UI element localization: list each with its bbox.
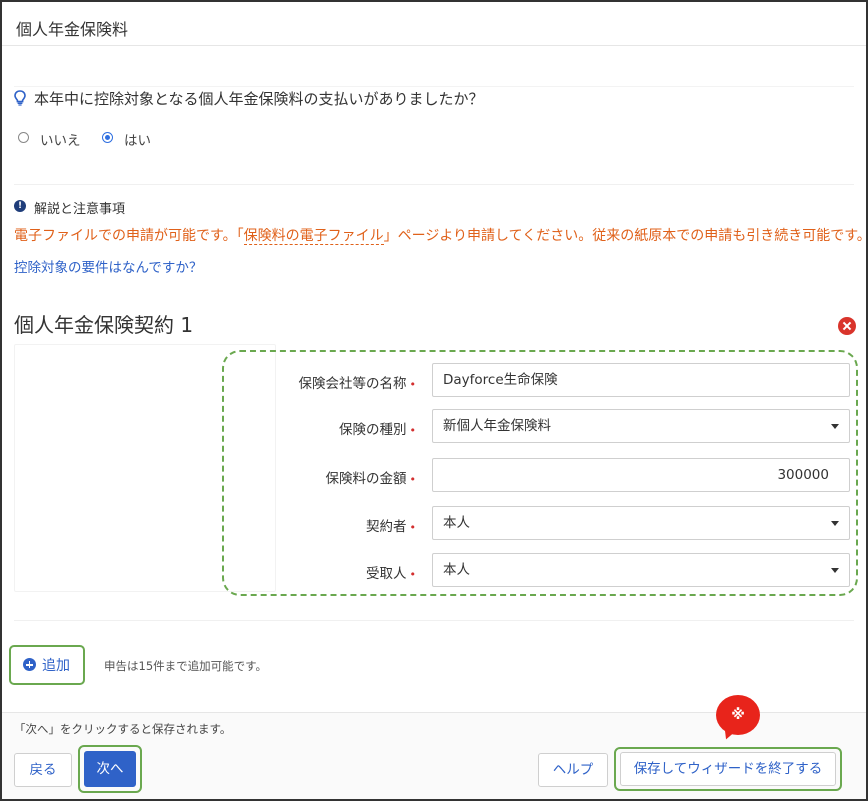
add-limit-note: 申告は15件まで追加可能です。 bbox=[104, 659, 267, 673]
field-insurer-name: 保険会社等の名称 • Dayforce生命保険 bbox=[232, 363, 852, 399]
next-button[interactable]: 次へ bbox=[84, 751, 136, 787]
annotation-marker: ※ bbox=[716, 695, 762, 742]
finish-button-highlight: 保存してウィザードを終了する bbox=[614, 747, 842, 791]
radio-yes-label[interactable]: はい bbox=[124, 129, 151, 149]
field-policyholder: 契約者 • 本人 bbox=[232, 506, 852, 542]
field-insurance-type: 保険の種別 • 新個人年金保険料 bbox=[232, 409, 852, 445]
add-contract-button[interactable]: 追加 bbox=[15, 651, 79, 679]
plus-circle-icon bbox=[23, 658, 36, 671]
electronic-file-link[interactable]: 保険料の電子ファイル bbox=[243, 228, 384, 245]
radio-yes[interactable] bbox=[102, 132, 113, 143]
question-text: 本年中に控除対象となる個人年金保険料の支払いがありましたか？ bbox=[34, 90, 484, 108]
insurance-type-select[interactable]: 新個人年金保険料 bbox=[432, 409, 850, 443]
notice-text-post: 」ページより申請してください。従来の紙原本での申請も引き続き可能です。 bbox=[383, 228, 868, 244]
requirements-link[interactable]: 控除対象の要件はなんですか？ bbox=[14, 256, 202, 276]
save-and-finish-button[interactable]: 保存してウィザードを終了する bbox=[620, 752, 836, 786]
page-header: 個人年金保険料 bbox=[2, 2, 866, 46]
notes-title: 解説と注意事項 bbox=[34, 202, 126, 217]
delete-contract-icon[interactable] bbox=[838, 317, 856, 335]
next-button-highlight: 次へ bbox=[78, 745, 142, 793]
lightbulb-icon bbox=[14, 90, 26, 106]
back-button[interactable]: 戻る bbox=[14, 753, 72, 787]
notice-text: 電子ファイルでの申請が可能です。「保険料の電子ファイル」ページより申請してくださ… bbox=[14, 225, 868, 245]
field-premium-amount: 保険料の金額 • 300000 bbox=[232, 458, 852, 494]
policyholder-select[interactable]: 本人 bbox=[432, 506, 850, 540]
required-mark: • bbox=[409, 473, 417, 486]
divider bbox=[14, 184, 854, 185]
radio-no[interactable] bbox=[18, 132, 29, 143]
field-label: 保険料の金額 • bbox=[325, 471, 417, 487]
notice-text-pre: 電子ファイルでの申請が可能です。「 bbox=[14, 228, 244, 244]
divider bbox=[14, 620, 854, 621]
field-label: 保険の種別 • bbox=[339, 422, 417, 438]
required-mark: • bbox=[409, 378, 417, 391]
radio-no-label[interactable]: いいえ bbox=[40, 129, 81, 149]
add-button-highlight: 追加 bbox=[9, 645, 85, 685]
info-icon: ! bbox=[14, 200, 26, 212]
help-button[interactable]: ヘルプ bbox=[538, 753, 608, 787]
field-label: 保険会社等の名称 • bbox=[298, 376, 417, 392]
required-mark: • bbox=[409, 424, 417, 437]
required-mark: • bbox=[409, 568, 417, 581]
page-title: 個人年金保険料 bbox=[16, 20, 129, 39]
beneficiary-select[interactable]: 本人 bbox=[432, 553, 850, 587]
caret-down-icon bbox=[831, 424, 839, 429]
save-note: 「次へ」をクリックすると保存されます。 bbox=[14, 722, 232, 736]
caret-down-icon bbox=[831, 521, 839, 526]
field-label: 受取人 • bbox=[366, 566, 417, 582]
contract-title: 個人年金保険契約 1 bbox=[14, 313, 194, 337]
question-row: 本年中に控除対象となる個人年金保険料の支払いがありましたか？ bbox=[14, 86, 854, 108]
premium-amount-input[interactable]: 300000 bbox=[432, 458, 850, 492]
field-beneficiary: 受取人 • 本人 bbox=[232, 553, 852, 589]
caret-down-icon bbox=[831, 568, 839, 573]
field-label: 契約者 • bbox=[366, 519, 417, 535]
insurer-name-input[interactable]: Dayforce生命保険 bbox=[432, 363, 850, 397]
required-mark: • bbox=[409, 521, 417, 534]
marker-bubble: ※ bbox=[716, 695, 760, 735]
